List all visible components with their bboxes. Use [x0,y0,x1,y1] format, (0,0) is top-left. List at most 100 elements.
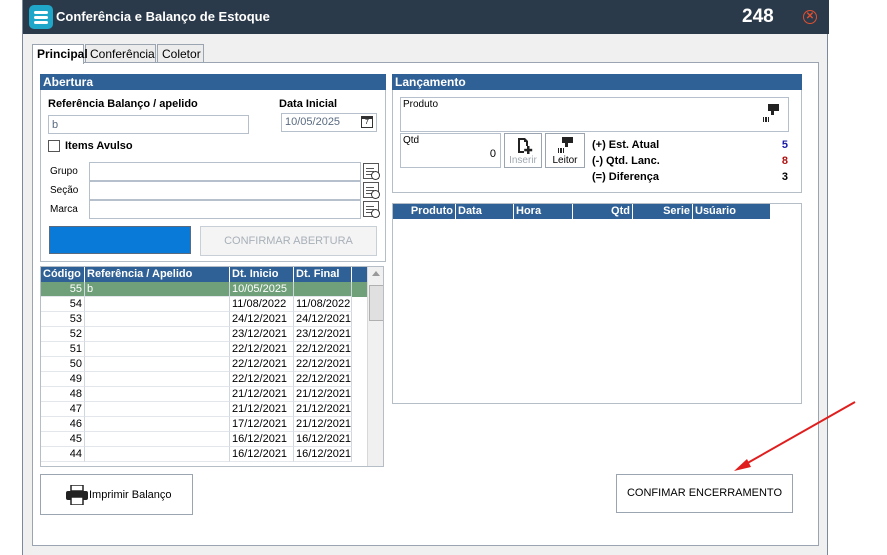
confirmar-abertura-button[interactable]: CONFIRMAR ABERTURA [200,226,377,256]
calendar-icon[interactable]: 7 [361,116,373,128]
printer-icon [66,484,88,506]
confirmar-encerramento-button[interactable]: CONFIMAR ENCERRAMENTO [616,474,793,513]
ref-label: Referência Balanço / apelido [48,98,198,110]
cell-inicio: 10/05/2025 [230,282,294,297]
grupo-search-icon[interactable] [363,163,380,180]
ref-input[interactable] [48,115,249,134]
cell-ref [85,417,230,432]
cell-codigo: 52 [41,327,85,342]
cell-final: 23/12/2021 [294,327,352,342]
insert-file-icon [516,137,533,154]
table-row[interactable]: 46 17/12/2021 21/12/2021 [41,417,367,432]
cell-codigo: 50 [41,357,85,372]
cell-ref [85,387,230,402]
cell-ref: b [85,282,230,297]
grupo-input[interactable] [89,162,361,181]
table-row[interactable]: 54 11/08/2022 11/08/2022 [41,297,367,312]
items-avulso-checkbox[interactable] [48,140,60,152]
scroll-up-icon[interactable] [372,271,380,276]
table-row[interactable]: 47 21/12/2021 21/12/2021 [41,402,367,417]
window-number: 248 [742,6,774,27]
diferenca-value: 3 [781,171,788,183]
cell-inicio: 17/12/2021 [230,417,294,432]
inserir-label: Inserir [509,155,537,166]
table-row[interactable]: 53 24/12/2021 24/12/2021 [41,312,367,327]
cell-ref [85,327,230,342]
cell-inicio: 21/12/2021 [230,387,294,402]
table-row[interactable]: 50 22/12/2021 22/12/2021 [41,357,367,372]
cell-final: 16/12/2021 [294,432,352,447]
leitor-button[interactable]: Leitor [545,133,585,168]
cell-codigo: 54 [41,297,85,312]
produto-field[interactable]: Produto [400,97,789,132]
cell-codigo: 53 [41,312,85,327]
scrollbar-thumb[interactable] [369,285,383,321]
tab-conferencia[interactable]: Conferência [85,44,156,63]
cell-final: 11/08/2022 [294,297,352,312]
table-row[interactable]: 49 22/12/2021 22/12/2021 [41,372,367,387]
close-icon[interactable]: ✕ [803,10,817,24]
balancos-table: Código Referência / Apelido Dt. Inicio D… [40,266,384,467]
cell-ref [85,342,230,357]
cell-codigo: 55 [41,282,85,297]
inserir-button[interactable]: Inserir [504,133,542,168]
col-produto[interactable]: Produto [393,204,456,219]
col-serie[interactable]: Serie [633,204,693,219]
cell-inicio: 22/12/2021 [230,342,294,357]
col-qtd[interactable]: Qtd [573,204,633,219]
col-codigo[interactable]: Código [41,267,85,282]
secao-input[interactable] [89,181,361,200]
cell-final [294,282,352,297]
leitor-label: Leitor [552,155,578,166]
cell-final: 21/12/2021 [294,387,352,402]
cell-codigo: 46 [41,417,85,432]
app-logo-icon [29,5,53,29]
tab-panel-principal: Abertura Referência Balanço / apelido Da… [32,62,819,546]
scanner-icon [558,137,574,153]
cell-ref [85,312,230,327]
qtd-lanc-value: 8 [781,155,788,167]
date-label: Data Inicial [279,98,338,110]
qtd-field[interactable]: Qtd 0 [400,133,501,168]
blue-action-button[interactable] [49,226,191,254]
est-atual-value: 5 [781,139,788,151]
tab-coletor[interactable]: Coletor [157,44,204,63]
grupo-label: Grupo [50,166,78,177]
marca-search-icon[interactable] [363,201,380,218]
imprimir-balanco-button[interactable]: Imprimir Balanço [40,474,193,515]
barcode-scanner-icon[interactable] [762,103,782,123]
imprimir-balanco-label: Imprimir Balanço [89,489,172,501]
col-data[interactable]: Data [456,204,514,219]
cell-inicio: 22/12/2021 [230,372,294,387]
qtd-value: 0 [489,148,496,160]
cell-codigo: 44 [41,447,85,462]
col-dt-final[interactable]: Dt. Final [294,267,352,282]
table-row[interactable]: 51 22/12/2021 22/12/2021 [41,342,367,357]
secao-search-icon[interactable] [363,182,380,199]
date-input[interactable]: 10/05/2025 7 [281,113,377,132]
cell-ref [85,432,230,447]
table-row[interactable]: 45 16/12/2021 16/12/2021 [41,432,367,447]
cell-codigo: 51 [41,342,85,357]
balancos-scrollbar[interactable] [367,267,383,466]
table-row[interactable]: 52 23/12/2021 23/12/2021 [41,327,367,342]
qtd-lanc-label: (-) Qtd. Lanc. [592,155,660,167]
cell-final: 22/12/2021 [294,372,352,387]
marca-label: Marca [50,204,78,215]
cell-inicio: 16/12/2021 [230,432,294,447]
cell-codigo: 48 [41,387,85,402]
abertura-group: Referência Balanço / apelido Data Inicia… [40,90,386,262]
col-usuario[interactable]: Usúario [693,204,771,219]
produto-label: Produto [403,99,439,110]
title-bar: Conferência e Balanço de Estoque 248 ✕ [23,0,829,34]
cell-ref [85,402,230,417]
marca-input[interactable] [89,200,361,219]
col-hora[interactable]: Hora [514,204,573,219]
tab-principal[interactable]: Principal [32,44,88,64]
col-dt-inicio[interactable]: Dt. Inicio [230,267,294,282]
cell-final: 24/12/2021 [294,312,352,327]
table-row[interactable]: 48 21/12/2021 21/12/2021 [41,387,367,402]
table-row[interactable]: 44 16/12/2021 16/12/2021 [41,447,367,462]
table-row[interactable]: 55 b 10/05/2025 [41,282,367,297]
col-referencia[interactable]: Referência / Apelido [85,267,230,282]
